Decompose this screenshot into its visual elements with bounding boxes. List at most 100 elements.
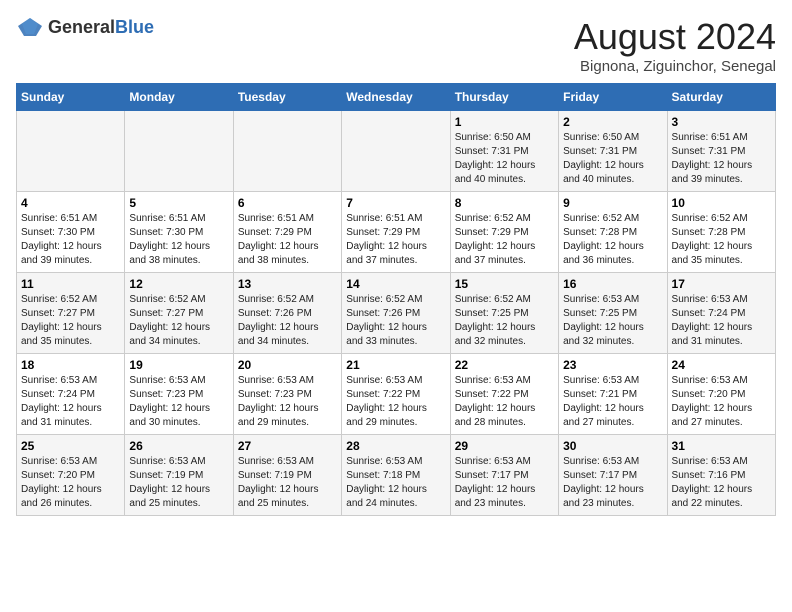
header-cell-saturday: Saturday xyxy=(667,84,775,111)
day-cell: 29 Sunrise: 6:53 AMSunset: 7:17 PMDayligh… xyxy=(450,435,558,516)
day-info: Sunrise: 6:51 AMSunset: 7:31 PMDaylight:… xyxy=(672,131,771,187)
day-number: 17 xyxy=(672,277,771,291)
day-number: 11 xyxy=(21,277,120,291)
day-cell: 14 Sunrise: 6:52 AMSunset: 7:26 PMDayligh… xyxy=(342,273,450,354)
day-cell: 20 Sunrise: 6:53 AMSunset: 7:23 PMDayligh… xyxy=(233,354,341,435)
day-cell: 28 Sunrise: 6:53 AMSunset: 7:18 PMDayligh… xyxy=(342,435,450,516)
day-cell: 13Sunrise: 6:52 AMSunset: 7:26 PMDayligh… xyxy=(233,273,341,354)
week-row-1: 1 Sunrise: 6:50 AMSunset: 7:31 PMDaylight… xyxy=(17,111,776,192)
day-info: Sunrise: 6:52 AMSunset: 7:29 PMDaylight:… xyxy=(455,212,554,268)
day-number: 5 xyxy=(129,196,228,210)
day-cell: 16 Sunrise: 6:53 AMSunset: 7:25 PMDayligh… xyxy=(559,273,667,354)
day-number: 29 xyxy=(455,439,554,453)
day-cell: 19 Sunrise: 6:53 AMSunset: 7:23 PMDayligh… xyxy=(125,354,233,435)
logo-icon xyxy=(16,16,44,38)
day-number: 23 xyxy=(563,358,662,372)
day-cell: 4 Sunrise: 6:51 AMSunset: 7:30 PMDaylight… xyxy=(17,192,125,273)
day-number: 8 xyxy=(455,196,554,210)
day-number: 1 xyxy=(455,115,554,129)
month-year: August 2024 xyxy=(574,16,776,58)
day-number: 2 xyxy=(563,115,662,129)
day-cell: 25Sunrise: 6:53 AMSunset: 7:20 PMDayligh… xyxy=(17,435,125,516)
day-info: Sunrise: 6:52 AMSunset: 7:28 PMDaylight:… xyxy=(672,212,771,268)
day-info: Sunrise: 6:53 AMSunset: 7:18 PMDaylight:… xyxy=(346,455,445,511)
header-cell-tuesday: Tuesday xyxy=(233,84,341,111)
day-info: Sunrise: 6:52 AMSunset: 7:26 PMDaylight:… xyxy=(238,293,337,349)
day-info: Sunrise: 6:52 AMSunset: 7:27 PMDaylight:… xyxy=(21,293,120,349)
day-info: Sunrise: 6:53 AMSunset: 7:20 PMDaylight:… xyxy=(21,455,120,511)
day-cell: 17 Sunrise: 6:53 AMSunset: 7:24 PMDayligh… xyxy=(667,273,775,354)
day-cell xyxy=(342,111,450,192)
day-info: Sunrise: 6:53 AMSunset: 7:24 PMDaylight:… xyxy=(21,374,120,430)
day-info: Sunrise: 6:52 AMSunset: 7:27 PMDaylight:… xyxy=(129,293,228,349)
day-cell: 2 Sunrise: 6:50 AMSunset: 7:31 PMDaylight… xyxy=(559,111,667,192)
day-info: Sunrise: 6:53 AMSunset: 7:23 PMDaylight:… xyxy=(238,374,337,430)
day-number: 19 xyxy=(129,358,228,372)
day-number: 4 xyxy=(21,196,120,210)
day-cell: 10 Sunrise: 6:52 AMSunset: 7:28 PMDayligh… xyxy=(667,192,775,273)
day-info: Sunrise: 6:50 AMSunset: 7:31 PMDaylight:… xyxy=(563,131,662,187)
header-cell-friday: Friday xyxy=(559,84,667,111)
day-number: 30 xyxy=(563,439,662,453)
calendar-header: SundayMondayTuesdayWednesdayThursdayFrid… xyxy=(17,84,776,111)
day-info: Sunrise: 6:51 AMSunset: 7:30 PMDaylight:… xyxy=(21,212,120,268)
day-cell: 11 Sunrise: 6:52 AMSunset: 7:27 PMDayligh… xyxy=(17,273,125,354)
day-cell: 12Sunrise: 6:52 AMSunset: 7:27 PMDayligh… xyxy=(125,273,233,354)
day-cell: 24 Sunrise: 6:53 AMSunset: 7:20 PMDayligh… xyxy=(667,354,775,435)
day-cell: 22 Sunrise: 6:53 AMSunset: 7:22 PMDayligh… xyxy=(450,354,558,435)
day-number: 24 xyxy=(672,358,771,372)
day-number: 16 xyxy=(563,277,662,291)
day-info: Sunrise: 6:53 AMSunset: 7:24 PMDaylight:… xyxy=(672,293,771,349)
day-info: Sunrise: 6:51 AMSunset: 7:29 PMDaylight:… xyxy=(238,212,337,268)
day-number: 26 xyxy=(129,439,228,453)
day-info: Sunrise: 6:53 AMSunset: 7:17 PMDaylight:… xyxy=(455,455,554,511)
day-info: Sunrise: 6:53 AMSunset: 7:22 PMDaylight:… xyxy=(455,374,554,430)
day-number: 14 xyxy=(346,277,445,291)
day-cell xyxy=(125,111,233,192)
logo-blue: Blue xyxy=(115,17,154,37)
calendar-body: 1 Sunrise: 6:50 AMSunset: 7:31 PMDaylight… xyxy=(17,111,776,516)
day-number: 10 xyxy=(672,196,771,210)
day-info: Sunrise: 6:52 AMSunset: 7:26 PMDaylight:… xyxy=(346,293,445,349)
header-cell-sunday: Sunday xyxy=(17,84,125,111)
day-number: 31 xyxy=(672,439,771,453)
logo-text: GeneralBlue xyxy=(48,17,154,38)
day-number: 20 xyxy=(238,358,337,372)
logo: GeneralBlue xyxy=(16,16,154,38)
day-info: Sunrise: 6:53 AMSunset: 7:25 PMDaylight:… xyxy=(563,293,662,349)
day-number: 9 xyxy=(563,196,662,210)
day-number: 28 xyxy=(346,439,445,453)
day-info: Sunrise: 6:52 AMSunset: 7:28 PMDaylight:… xyxy=(563,212,662,268)
day-info: Sunrise: 6:53 AMSunset: 7:17 PMDaylight:… xyxy=(563,455,662,511)
day-cell: 15 Sunrise: 6:52 AMSunset: 7:25 PMDayligh… xyxy=(450,273,558,354)
calendar-table: SundayMondayTuesdayWednesdayThursdayFrid… xyxy=(16,83,776,516)
day-number: 22 xyxy=(455,358,554,372)
day-number: 7 xyxy=(346,196,445,210)
day-cell: 5Sunrise: 6:51 AMSunset: 7:30 PMDaylight… xyxy=(125,192,233,273)
day-cell: 31Sunrise: 6:53 AMSunset: 7:16 PMDayligh… xyxy=(667,435,775,516)
day-number: 15 xyxy=(455,277,554,291)
day-info: Sunrise: 6:53 AMSunset: 7:19 PMDaylight:… xyxy=(129,455,228,511)
page-header: GeneralBlue August 2024 Bignona, Ziguinc… xyxy=(16,16,776,75)
day-cell: 1 Sunrise: 6:50 AMSunset: 7:31 PMDaylight… xyxy=(450,111,558,192)
title-block: August 2024 Bignona, Ziguinchor, Senegal xyxy=(574,16,776,75)
day-cell: 18Sunrise: 6:53 AMSunset: 7:24 PMDayligh… xyxy=(17,354,125,435)
week-row-5: 25Sunrise: 6:53 AMSunset: 7:20 PMDayligh… xyxy=(17,435,776,516)
day-number: 27 xyxy=(238,439,337,453)
header-cell-wednesday: Wednesday xyxy=(342,84,450,111)
day-cell: 23Sunrise: 6:53 AMSunset: 7:21 PMDayligh… xyxy=(559,354,667,435)
header-cell-monday: Monday xyxy=(125,84,233,111)
day-number: 3 xyxy=(672,115,771,129)
day-number: 21 xyxy=(346,358,445,372)
day-cell: 26 Sunrise: 6:53 AMSunset: 7:19 PMDayligh… xyxy=(125,435,233,516)
day-info: Sunrise: 6:52 AMSunset: 7:25 PMDaylight:… xyxy=(455,293,554,349)
day-info: Sunrise: 6:51 AMSunset: 7:29 PMDaylight:… xyxy=(346,212,445,268)
day-info: Sunrise: 6:53 AMSunset: 7:20 PMDaylight:… xyxy=(672,374,771,430)
day-info: Sunrise: 6:53 AMSunset: 7:22 PMDaylight:… xyxy=(346,374,445,430)
day-info: Sunrise: 6:50 AMSunset: 7:31 PMDaylight:… xyxy=(455,131,554,187)
day-cell: 8 Sunrise: 6:52 AMSunset: 7:29 PMDaylight… xyxy=(450,192,558,273)
location: Bignona, Ziguinchor, Senegal xyxy=(574,58,776,75)
day-info: Sunrise: 6:53 AMSunset: 7:23 PMDaylight:… xyxy=(129,374,228,430)
day-cell: 27 Sunrise: 6:53 AMSunset: 7:19 PMDayligh… xyxy=(233,435,341,516)
day-info: Sunrise: 6:53 AMSunset: 7:19 PMDaylight:… xyxy=(238,455,337,511)
